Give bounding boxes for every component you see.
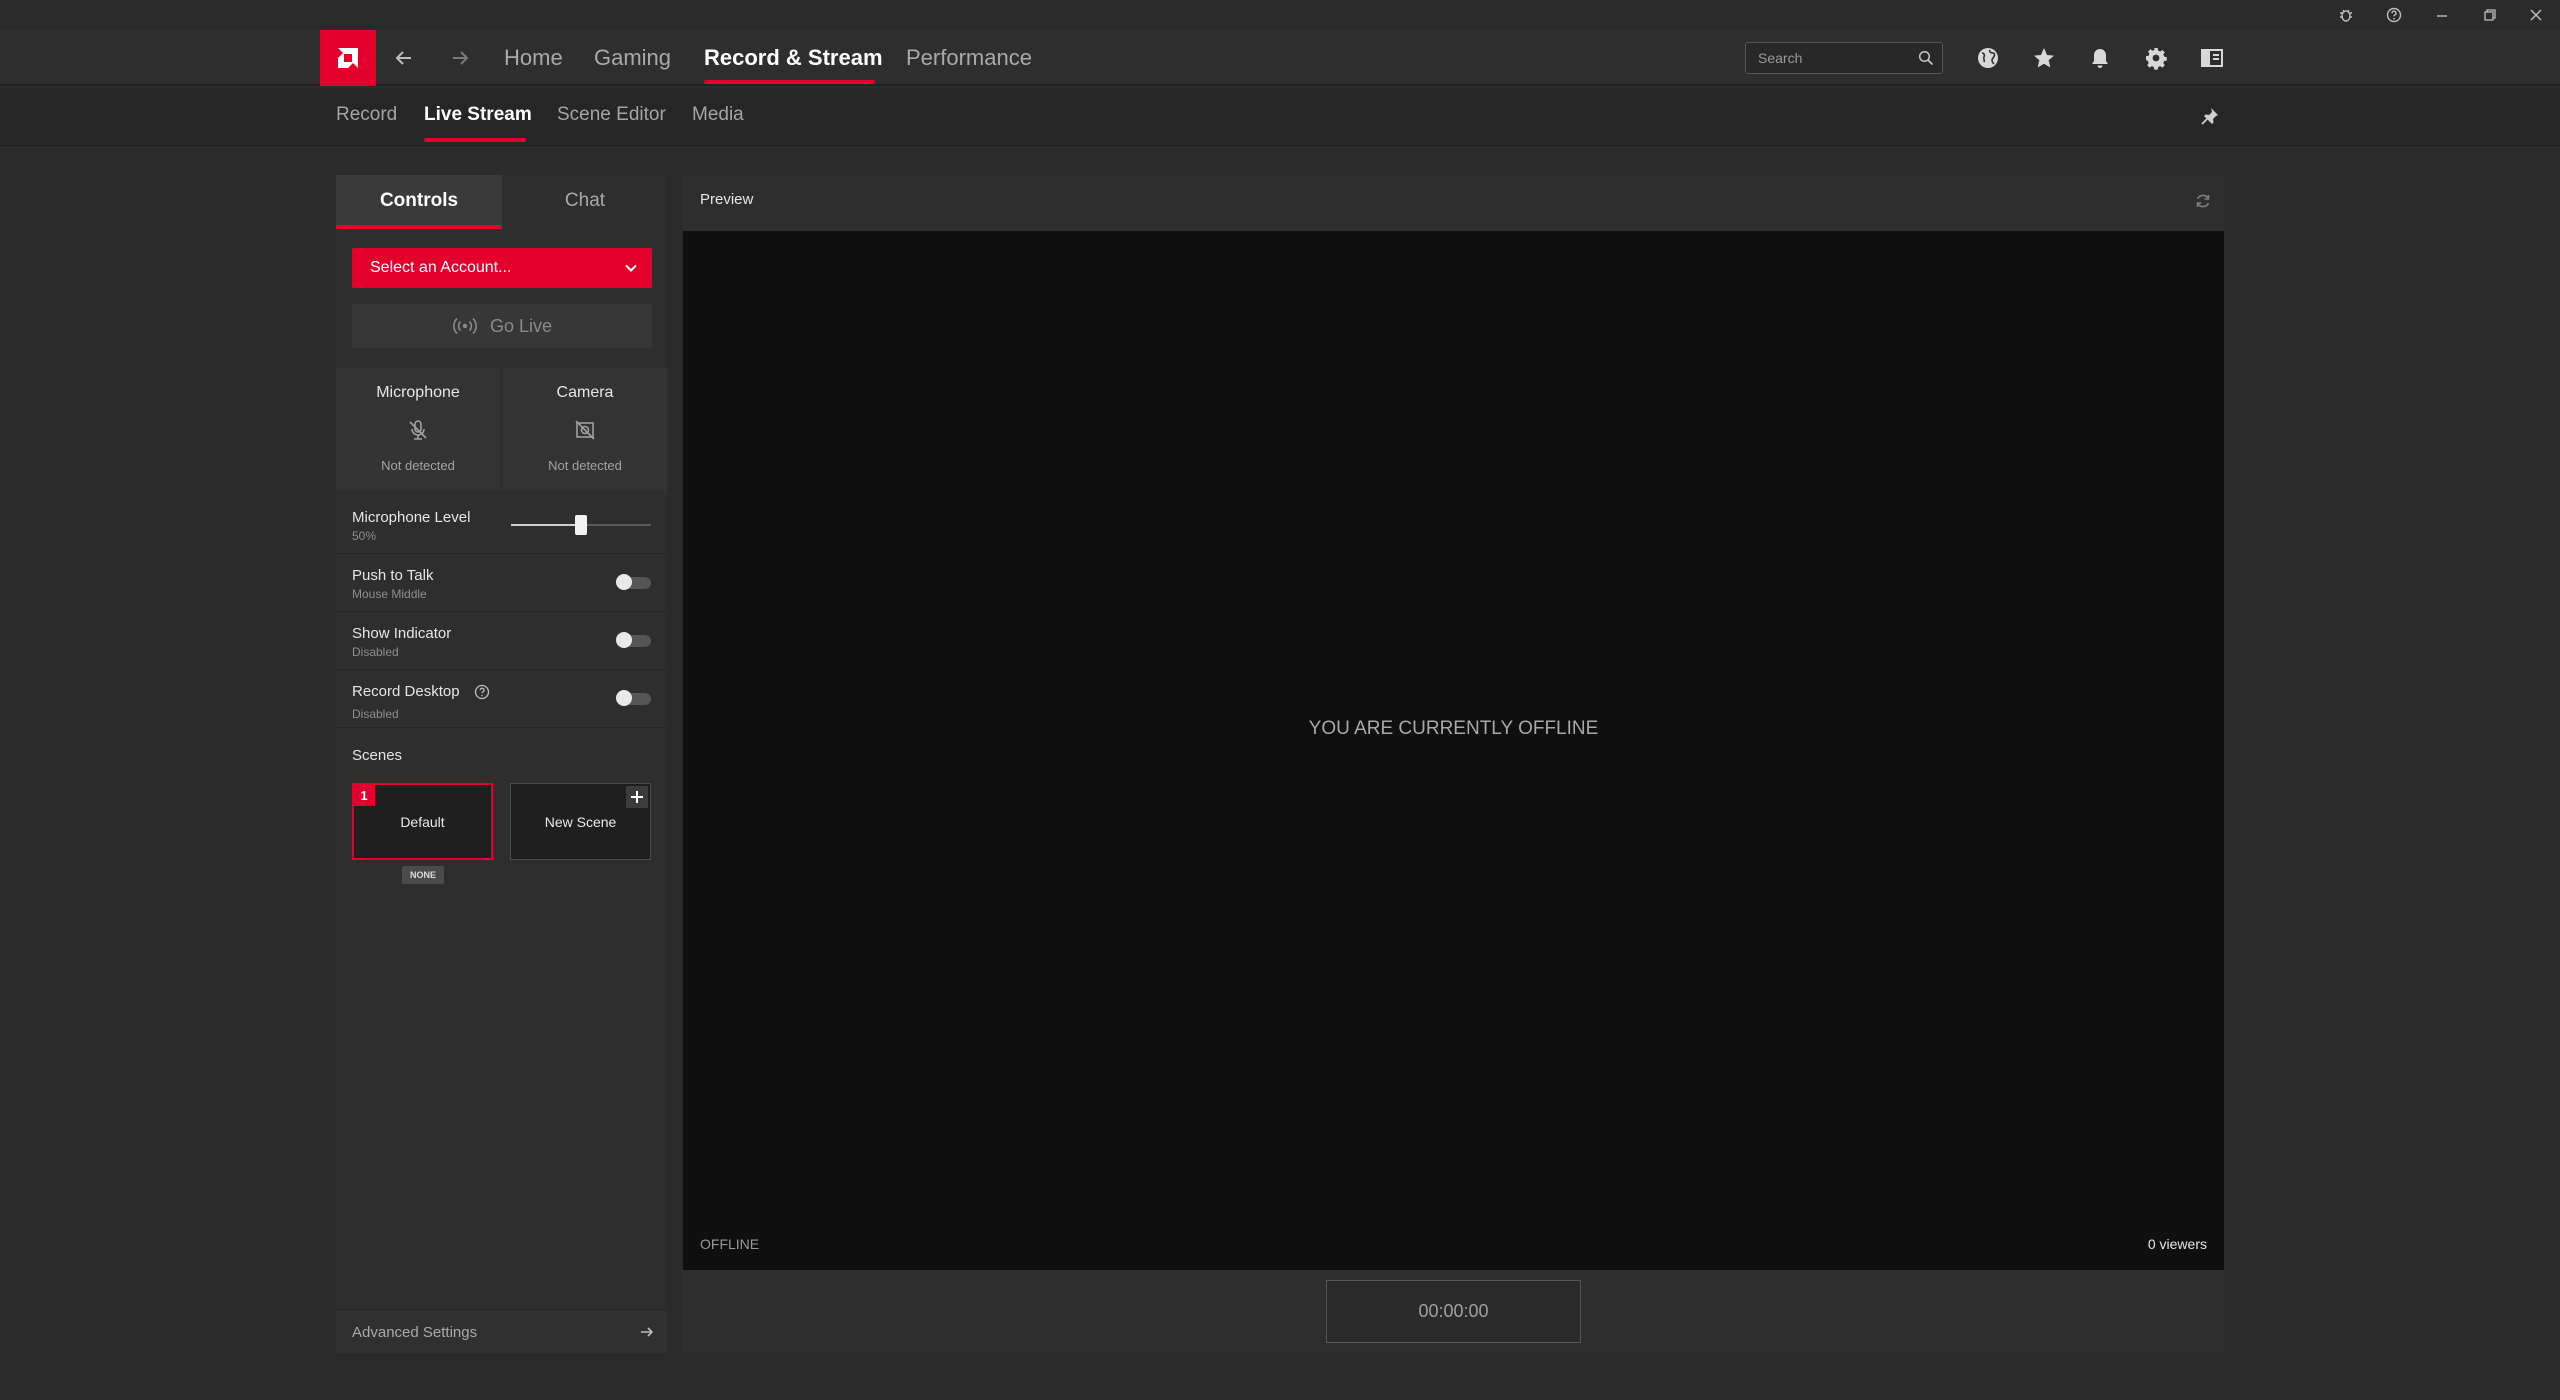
camera-off-icon [573, 418, 597, 442]
camera-status: Not detected [548, 458, 622, 473]
search-input[interactable] [1746, 43, 1906, 73]
globe-icon[interactable] [1972, 42, 2004, 74]
nav-home[interactable]: Home [504, 30, 563, 86]
amd-logo-icon[interactable] [320, 30, 376, 86]
preview-panel: Preview YOU ARE CURRENTLY OFFLINE OFFLIN… [683, 175, 2224, 1353]
preview-title: Preview [700, 191, 754, 208]
preview-screen: YOU ARE CURRENTLY OFFLINE OFFLINE 0 view… [683, 231, 2224, 1270]
scene-default-label: Default [400, 813, 445, 830]
microphone-device[interactable]: Microphone Not detected [336, 368, 500, 490]
push-to-talk-sub: Mouse Middle [352, 587, 427, 601]
broadcast-icon [453, 317, 477, 335]
record-desktop-label: Record Desktop [352, 683, 460, 700]
scenes-title: Scenes [352, 747, 403, 764]
viewer-count: 0 viewers [2147, 1236, 2207, 1252]
go-live-button[interactable]: Go Live [352, 304, 652, 348]
record-desktop-sub: Disabled [352, 707, 399, 721]
sidebar-panel-icon[interactable] [2196, 42, 2228, 74]
main-header: Home Gaming Record & Stream Performance [0, 30, 2560, 86]
tab-scene-editor[interactable]: Scene Editor [557, 88, 666, 146]
microphone-muted-icon [406, 418, 430, 442]
stream-status: OFFLINE [700, 1236, 760, 1252]
record-desktop-toggle[interactable] [616, 690, 651, 706]
camera-title: Camera [556, 384, 614, 401]
scene-number-badge: 1 [353, 784, 375, 806]
mic-level-value: 50% [352, 529, 377, 543]
go-live-label: Go Live [489, 315, 553, 336]
account-select[interactable]: Select an Account... [352, 248, 652, 288]
push-to-talk-row: Push to Talk Mouse Middle [336, 555, 667, 612]
bug-report-icon[interactable] [2322, 0, 2370, 30]
search-icon[interactable] [1918, 50, 1934, 66]
sub-navigation: Record Live Stream Scene Editor Media [0, 88, 2560, 146]
tab-media[interactable]: Media [692, 88, 744, 146]
microphone-status: Not detected [381, 458, 455, 473]
push-to-talk-label: Push to Talk [352, 567, 434, 584]
pin-icon[interactable] [2200, 106, 2220, 126]
arrow-right-icon [639, 1324, 655, 1340]
notification-bell-icon[interactable] [2084, 42, 2116, 74]
microphone-title: Microphone [376, 384, 460, 401]
tab-record[interactable]: Record [336, 88, 397, 146]
scene-default[interactable]: 1 Default [352, 783, 493, 860]
gear-icon[interactable] [2140, 42, 2172, 74]
record-desktop-label-wrap: Record Desktop [352, 683, 490, 700]
microphone-level-row: Microphone Level 50% [336, 497, 667, 554]
offline-message: YOU ARE CURRENTLY OFFLINE [1308, 718, 1599, 739]
new-scene-button[interactable]: New Scene [510, 783, 651, 860]
window-titlebar [0, 0, 2560, 30]
tab-chat[interactable]: Chat [502, 175, 668, 229]
search-box[interactable] [1745, 42, 1943, 74]
close-icon[interactable] [2512, 0, 2560, 30]
nav-performance[interactable]: Performance [906, 30, 1032, 86]
panel-tabs: Controls Chat [336, 175, 667, 229]
scene-hotkey-badge: NONE [402, 866, 444, 884]
nav-record-stream[interactable]: Record & Stream [704, 30, 883, 86]
help-circle-icon[interactable] [474, 684, 490, 700]
mic-level-thumb[interactable] [575, 515, 587, 535]
subnav-active-indicator [424, 138, 526, 142]
back-arrow-icon[interactable] [376, 30, 432, 86]
controls-panel: Controls Chat Select an Account... Go Li… [336, 175, 667, 1353]
refresh-icon[interactable] [2194, 192, 2212, 210]
show-indicator-toggle[interactable] [616, 632, 651, 648]
account-select-label: Select an Account... [370, 259, 512, 276]
star-icon[interactable] [2028, 42, 2060, 74]
chevron-down-icon [624, 261, 638, 275]
show-indicator-row: Show Indicator Disabled [336, 613, 667, 670]
nav-active-indicator [704, 80, 875, 84]
minimize-icon[interactable] [2418, 0, 2466, 30]
nav-gaming[interactable]: Gaming [594, 30, 671, 86]
mic-level-slider[interactable] [511, 515, 651, 535]
stream-timer: 00:00:00 [1326, 1280, 1581, 1343]
push-to-talk-toggle[interactable] [616, 574, 651, 590]
help-icon[interactable] [2370, 0, 2418, 30]
camera-device[interactable]: Camera Not detected [503, 368, 667, 490]
record-desktop-row: Record Desktop Disabled [336, 671, 667, 728]
advanced-settings-button[interactable]: Advanced Settings [336, 1309, 667, 1353]
plus-icon [626, 786, 648, 808]
new-scene-label: New Scene [544, 813, 617, 830]
show-indicator-sub: Disabled [352, 645, 399, 659]
show-indicator-label: Show Indicator [352, 625, 452, 642]
forward-arrow-icon[interactable] [432, 30, 488, 86]
mic-level-fill [511, 524, 581, 526]
tab-controls[interactable]: Controls [336, 175, 502, 229]
mic-level-label: Microphone Level [352, 509, 471, 526]
restore-icon[interactable] [2466, 0, 2514, 30]
advanced-settings-label: Advanced Settings [352, 1324, 478, 1341]
